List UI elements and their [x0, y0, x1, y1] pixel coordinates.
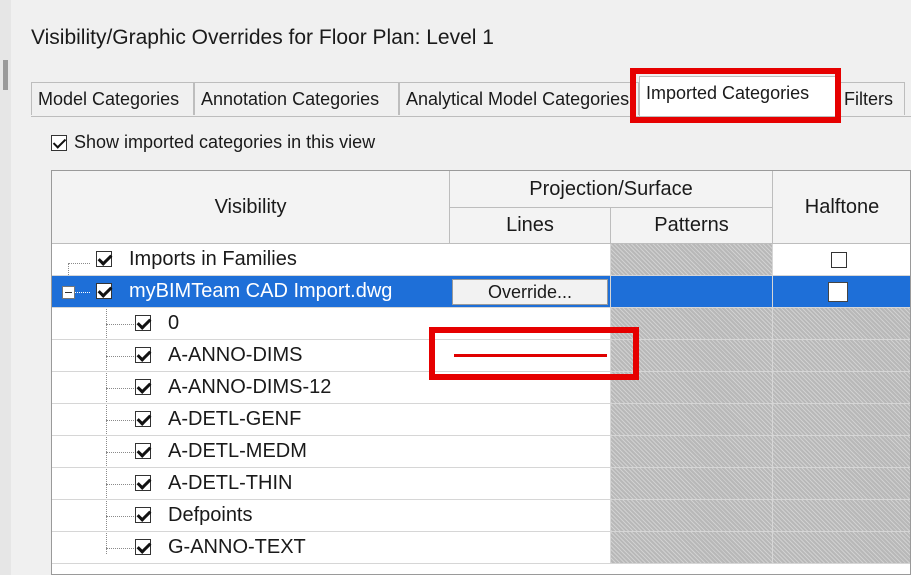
- dialog-title: Visibility/Graphic Overrides for Floor P…: [31, 26, 494, 49]
- halftone-checkbox[interactable]: [831, 252, 847, 268]
- table-row[interactable]: A-DETL-GENF: [52, 404, 910, 436]
- halftone-checkbox[interactable]: [828, 282, 848, 302]
- patterns-cell: [611, 500, 773, 531]
- patterns-cell: [611, 404, 773, 435]
- row-label: 0: [168, 312, 180, 334]
- halftone-cell: [773, 500, 910, 531]
- lines-cell[interactable]: [450, 404, 611, 435]
- patterns-cell: [611, 244, 773, 275]
- halftone-cell: [773, 404, 910, 435]
- show-imported-label: Show imported categories in this view: [74, 132, 376, 152]
- table-row[interactable]: A-DETL-THIN: [52, 468, 910, 500]
- visibility-checkbox[interactable]: [135, 347, 151, 363]
- tree-connector: [106, 548, 134, 549]
- row-label: A-DETL-THIN: [168, 472, 293, 494]
- row-label: myBIMTeam CAD Import.dwg: [129, 280, 393, 302]
- patterns-cell: [611, 436, 773, 467]
- halftone-cell: [773, 372, 910, 403]
- halftone-cell: [773, 532, 910, 563]
- halftone-cell: [773, 308, 910, 339]
- visibility-checkbox[interactable]: [135, 507, 151, 523]
- tab-filters[interactable]: Filters: [837, 82, 905, 115]
- visibility-checkbox[interactable]: [135, 379, 151, 395]
- collapse-icon[interactable]: [62, 286, 75, 299]
- tree-connector: [106, 516, 134, 517]
- row-label: A-ANNO-DIMS: [168, 344, 303, 366]
- tree-connector: [106, 356, 134, 357]
- row-label: Imports in Families: [129, 248, 297, 270]
- tree-connector: [106, 484, 134, 485]
- tree-connector: [106, 420, 134, 421]
- table-row[interactable]: Defpoints: [52, 500, 910, 532]
- annotation-highlight-line: [429, 327, 639, 380]
- scroll-thumb[interactable]: [3, 60, 8, 90]
- halftone-cell: [773, 436, 910, 467]
- visibility-checkbox[interactable]: [96, 251, 112, 267]
- visibility-checkbox[interactable]: [135, 539, 151, 555]
- row-label: A-DETL-MEDM: [168, 440, 307, 462]
- tree-connector: [106, 388, 134, 389]
- patterns-cell: [611, 276, 773, 307]
- header-projection-surface: Projection/Surface: [450, 171, 773, 208]
- header-lines: Lines: [450, 208, 611, 244]
- table-row-selected[interactable]: myBIMTeam CAD Import.dwg Override...: [52, 276, 910, 308]
- header-visibility[interactable]: Visibility: [52, 171, 450, 244]
- lines-cell[interactable]: [450, 500, 611, 531]
- visibility-checkbox[interactable]: [135, 411, 151, 427]
- row-label: A-DETL-GENF: [168, 408, 302, 430]
- row-label: G-ANNO-TEXT: [168, 536, 306, 558]
- visibility-checkbox[interactable]: [135, 443, 151, 459]
- halftone-cell: [773, 468, 910, 499]
- lines-cell[interactable]: [450, 436, 611, 467]
- lines-cell[interactable]: [450, 468, 611, 499]
- window-edge-scrollbar: [0, 0, 11, 575]
- row-label: Defpoints: [168, 504, 253, 526]
- patterns-cell: [611, 532, 773, 563]
- tab-model-categories[interactable]: Model Categories: [31, 82, 194, 115]
- table-row[interactable]: G-ANNO-TEXT: [52, 532, 910, 564]
- tree-connector: [106, 452, 134, 453]
- show-imported-checkbox[interactable]: [51, 134, 67, 151]
- annotation-highlight-tab: [630, 68, 841, 123]
- lines-cell[interactable]: [450, 532, 611, 563]
- lines-cell[interactable]: [450, 244, 611, 275]
- visibility-checkbox[interactable]: [96, 283, 112, 299]
- visibility-checkbox[interactable]: [135, 315, 151, 331]
- patterns-cell: [611, 468, 773, 499]
- header-patterns: Patterns: [611, 208, 773, 244]
- table-row[interactable]: Imports in Families: [52, 244, 910, 276]
- visibility-checkbox[interactable]: [135, 475, 151, 491]
- tree-connector: [106, 324, 134, 325]
- tab-annotation-categories[interactable]: Annotation Categories: [194, 82, 399, 115]
- show-imported-option: Show imported categories in this view: [51, 132, 375, 153]
- header-halftone: Halftone: [773, 171, 910, 244]
- table-row[interactable]: A-DETL-MEDM: [52, 436, 910, 468]
- override-button[interactable]: Override...: [452, 279, 608, 305]
- tab-analytical-model-categories[interactable]: Analytical Model Categories: [399, 82, 639, 115]
- row-label: A-ANNO-DIMS-12: [168, 376, 332, 398]
- halftone-cell: [773, 340, 910, 371]
